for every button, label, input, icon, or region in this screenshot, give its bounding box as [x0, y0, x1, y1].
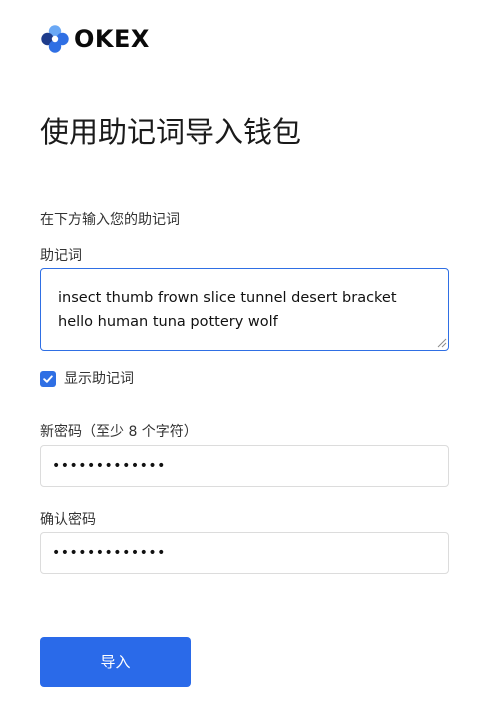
show-mnemonic-toggle[interactable]: 显示助记词	[40, 369, 134, 389]
page-title: 使用助记词导入钱包	[40, 115, 302, 149]
import-wallet-page: OKEX 使用助记词导入钱包 在下方输入您的助记词 助记词 insect thu…	[0, 0, 500, 722]
instruction-text: 在下方输入您的助记词	[40, 212, 180, 228]
brand-name: OKEX	[74, 25, 150, 53]
mnemonic-input[interactable]: insect thumb frown slice tunnel desert b…	[40, 268, 449, 351]
okex-logo-icon	[41, 25, 69, 53]
show-mnemonic-label: 显示助记词	[64, 371, 134, 387]
resize-handle-icon[interactable]	[436, 337, 447, 348]
new-password-field[interactable]: •••••••••••••	[40, 445, 449, 487]
brand-logo: OKEX	[40, 24, 150, 54]
show-mnemonic-checkbox[interactable]	[40, 371, 56, 387]
confirm-password-field[interactable]: •••••••••••••	[40, 532, 449, 574]
new-password-label: 新密码（至少 8 个字符）	[40, 424, 198, 440]
checkmark-icon	[43, 375, 53, 383]
import-button[interactable]: 导入	[40, 637, 191, 687]
confirm-password-label: 确认密码	[40, 512, 96, 528]
mnemonic-label: 助记词	[40, 248, 82, 264]
